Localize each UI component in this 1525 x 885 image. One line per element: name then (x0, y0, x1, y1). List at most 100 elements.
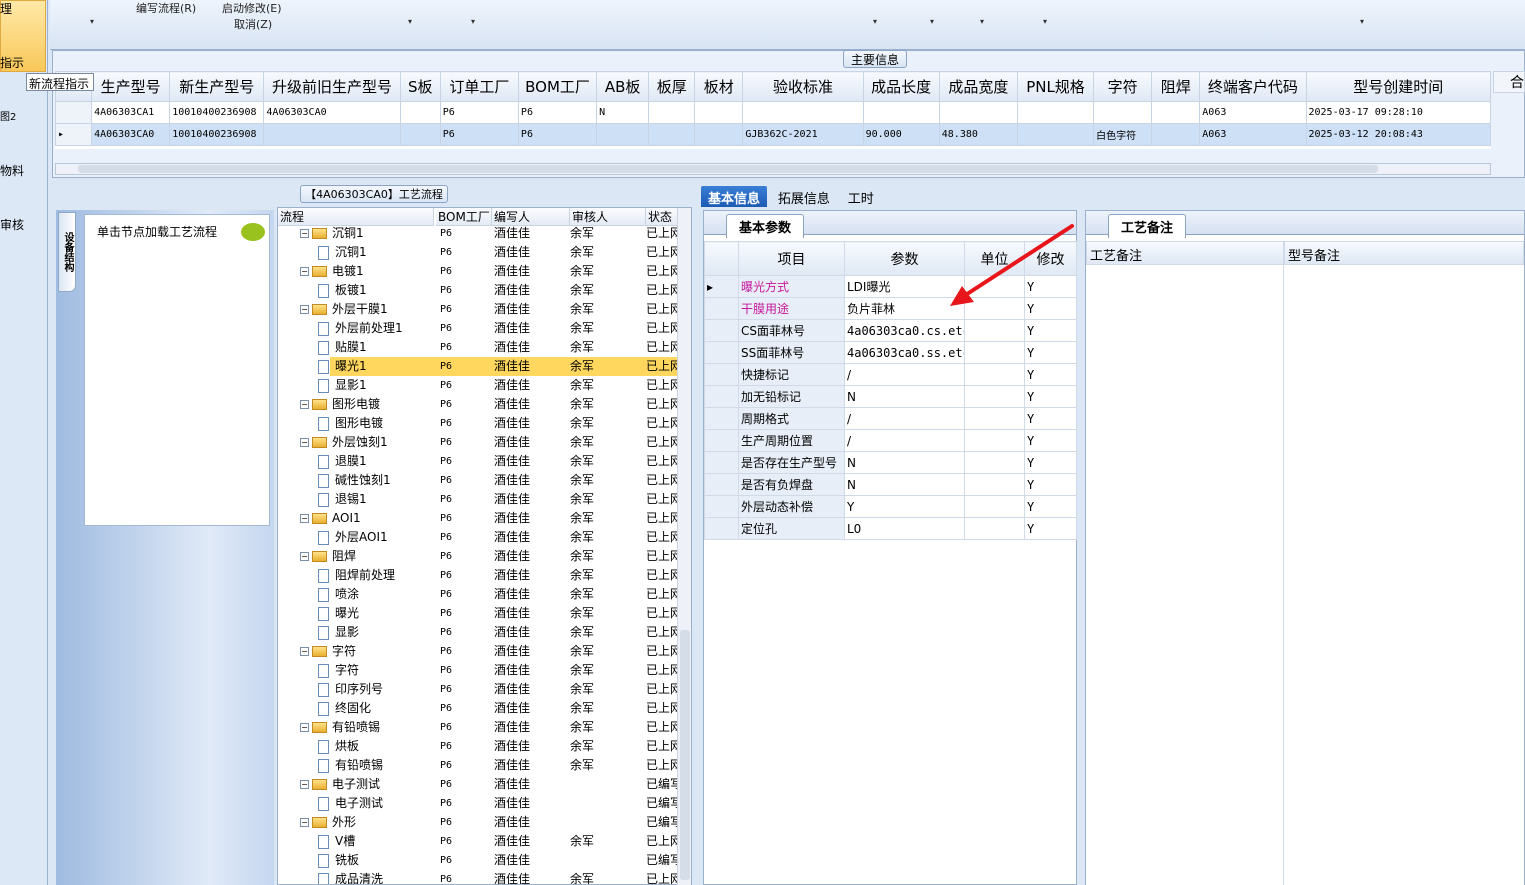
tree-row[interactable]: 有铅喷锡 P6 酒佳佳 余军 已上网 (278, 756, 682, 775)
table-cell[interactable]: P6 (439, 101, 519, 124)
tree-node[interactable]: 图形电镀 (318, 414, 383, 433)
param-row[interactable]: 快捷标记 / Y (704, 363, 1077, 386)
column-header[interactable]: S板 (399, 71, 441, 102)
table-cell[interactable]: P6 (517, 123, 598, 146)
tree-node[interactable]: 烘板 (318, 737, 359, 756)
table-cell[interactable] (1093, 101, 1153, 124)
tree-node[interactable]: 电子测试 (318, 794, 383, 813)
table-row[interactable]: ▸ 4A06303CA0 10010400236908 P6 P6 GJB362C-202… (55, 123, 1491, 146)
model-remark-area[interactable] (1284, 265, 1524, 885)
param-row[interactable]: 是否有负焊盘 N Y (704, 473, 1077, 496)
row-indicator[interactable] (55, 101, 93, 124)
tree-row[interactable]: − 阻焊 P6 酒佳佳 余军 已上网 (278, 547, 682, 566)
param-row[interactable]: 定位孔 L0 Y (704, 517, 1077, 540)
tree-row[interactable]: 图形电镀 P6 酒佳佳 余军 已上网 (278, 414, 682, 433)
tree-node[interactable]: − 字符 (300, 642, 356, 661)
tree-node[interactable]: V槽 (318, 832, 355, 851)
param-row[interactable]: 外层动态补偿 Y Y (704, 495, 1077, 518)
row-indicator[interactable] (704, 341, 739, 364)
table-cell[interactable]: A063 (1199, 101, 1307, 124)
dropdown-arrow-icon[interactable]: ▾ (90, 17, 94, 26)
tree-node[interactable]: 外层前处理1 (318, 319, 403, 338)
tree-node[interactable]: 有铅喷锡 (318, 756, 383, 775)
tab-extended-info[interactable]: 拓展信息 (771, 186, 837, 207)
param-column-header[interactable]: 项目 (738, 241, 845, 276)
tree-row[interactable]: 退锡1 P6 酒佳佳 余军 已上网 (278, 490, 682, 509)
row-indicator[interactable] (704, 297, 739, 320)
table-cell[interactable] (742, 101, 864, 124)
table-row[interactable]: 4A06303CA1 10010400236908 4A06303CA0 P6 P6 N A… (55, 101, 1491, 124)
param-modify[interactable]: Y (1024, 429, 1077, 452)
table-cell[interactable]: P6 (517, 101, 598, 124)
tree-row[interactable]: − AOI1 P6 酒佳佳 余军 已上网 (278, 509, 682, 528)
column-header[interactable]: BOM工厂 (517, 71, 598, 102)
dropdown-arrow-icon[interactable]: ▾ (408, 17, 412, 26)
row-indicator[interactable] (704, 385, 739, 408)
tree-row[interactable]: 喷涂 P6 酒佳佳 余军 已上网 (278, 585, 682, 604)
start-modify-button[interactable]: 启动修改(E) (222, 0, 282, 16)
collapse-icon[interactable]: − (300, 305, 309, 314)
collapse-icon[interactable]: − (300, 514, 309, 523)
dropdown-arrow-icon[interactable]: ▾ (471, 17, 475, 26)
tree-row[interactable]: − 字符 P6 酒佳佳 余军 已上网 (278, 642, 682, 661)
collapse-icon[interactable]: − (300, 647, 309, 656)
param-value[interactable]: / (844, 407, 965, 430)
table-cell[interactable] (694, 101, 744, 124)
process-remark-header[interactable]: 工艺备注 (1086, 241, 1284, 265)
tab-process-remarks[interactable]: 工艺备注 (1108, 214, 1187, 238)
nav-item-3[interactable]: 图2 (0, 108, 16, 123)
collapse-icon[interactable]: − (300, 267, 309, 276)
tree-row[interactable]: 碱性蚀刻1 P6 酒佳佳 余军 已上网 (278, 471, 682, 490)
tree-node[interactable]: − 外形 (300, 813, 356, 832)
table-cell[interactable] (938, 101, 1018, 124)
tree-row[interactable]: 外层AOI1 P6 酒佳佳 余军 已上网 (278, 528, 682, 547)
row-indicator[interactable] (704, 473, 739, 496)
tree-node[interactable]: 显影 (318, 623, 359, 642)
column-header[interactable]: 型号创建时间 (1305, 71, 1491, 102)
tab-work-hours[interactable]: 工时 (841, 186, 881, 207)
table-cell[interactable] (1151, 123, 1201, 146)
tree-node[interactable]: 沉铜1 (318, 243, 367, 262)
tree-row[interactable]: 电子测试 P6 酒佳佳 已编写 (278, 794, 682, 813)
table-cell[interactable] (1151, 101, 1201, 124)
column-header[interactable]: AB板 (596, 71, 650, 102)
tree-row[interactable]: − 外层蚀刻1 P6 酒佳佳 余军 已上网 (278, 433, 682, 452)
table-cell[interactable]: N (596, 101, 650, 124)
param-row[interactable]: 周期格式 / Y (704, 407, 1077, 430)
tree-node[interactable]: 印序列号 (318, 680, 383, 699)
collapse-icon[interactable]: − (300, 438, 309, 447)
table-cell[interactable] (648, 101, 696, 124)
row-indicator[interactable] (704, 319, 739, 342)
table-cell[interactable] (399, 123, 441, 146)
tree-row[interactable]: 铣板 P6 酒佳佳 已编写 (278, 851, 682, 870)
tree-node[interactable]: − 图形电镀 (300, 395, 380, 414)
scroll-thumb[interactable] (78, 165, 1378, 173)
column-header[interactable]: 新生产型号 (169, 71, 265, 102)
process-remark-area[interactable] (1086, 265, 1284, 885)
table-cell[interactable] (263, 123, 401, 146)
table-cell[interactable] (648, 123, 696, 146)
extra-column-header[interactable]: 合 (1493, 71, 1525, 93)
column-header[interactable]: 订单工厂 (439, 71, 519, 102)
column-header[interactable]: PNL规格 (1016, 71, 1095, 102)
nav-item-4[interactable]: 物料 (0, 162, 24, 179)
dropdown-arrow-icon[interactable]: ▾ (873, 17, 877, 26)
column-header[interactable]: 成品长度 (862, 71, 940, 102)
table-cell[interactable] (1016, 123, 1095, 146)
param-value[interactable]: L0 (844, 517, 965, 540)
table-cell[interactable]: 48.380 (938, 123, 1018, 146)
table-cell[interactable]: A063 (1199, 123, 1307, 146)
collapse-icon[interactable]: − (300, 723, 309, 732)
table-cell[interactable] (694, 123, 744, 146)
dropdown-arrow-icon[interactable]: ▾ (1043, 17, 1047, 26)
equipment-structure-tab[interactable]: 设备结构 (58, 212, 76, 292)
nav-item-2[interactable]: 指示 (0, 54, 24, 71)
dropdown-arrow-icon[interactable]: ▾ (930, 17, 934, 26)
row-indicator[interactable] (704, 517, 739, 540)
scroll-thumb[interactable] (680, 630, 690, 880)
table-cell[interactable]: 4A06303CA0 (263, 101, 401, 124)
row-indicator[interactable] (704, 429, 739, 452)
param-value[interactable]: / (844, 363, 965, 386)
tree-node[interactable]: 退膜1 (318, 452, 367, 471)
column-header[interactable]: 板厚 (648, 71, 696, 102)
